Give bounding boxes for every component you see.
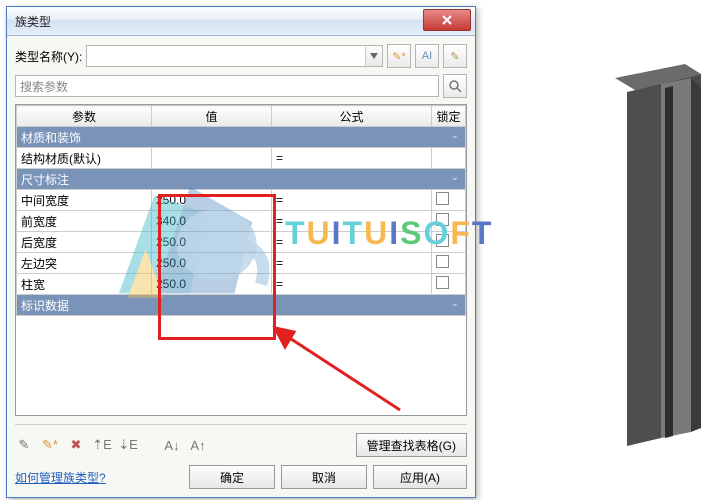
- cancel-button[interactable]: 取消: [281, 465, 367, 489]
- rename-type-button[interactable]: AI: [415, 44, 439, 68]
- header-value[interactable]: 值: [152, 106, 272, 127]
- close-button[interactable]: [423, 9, 471, 31]
- group-label: 材质和装饰: [21, 131, 81, 145]
- manage-lookup-button[interactable]: 管理查找表格(G): [356, 433, 467, 457]
- param-cell[interactable]: 中间宽度: [17, 190, 152, 211]
- lock-cell[interactable]: [432, 232, 466, 253]
- chevron-collapse-icon: ⌄: [451, 130, 459, 141]
- ok-button[interactable]: 确定: [189, 465, 275, 489]
- footer-buttons: 确定 取消 应用(A): [189, 465, 467, 489]
- search-button[interactable]: [443, 74, 467, 98]
- delete-type-button[interactable]: ✎: [443, 44, 467, 68]
- value-cell[interactable]: 250.0: [152, 274, 272, 295]
- sort-asc-icon[interactable]: A↓: [163, 436, 181, 454]
- group-label: 标识数据: [21, 299, 69, 313]
- formula-cell[interactable]: =: [272, 190, 432, 211]
- param-cell[interactable]: 柱宽: [17, 274, 152, 295]
- tool-icons: ✎ ✎* ✖ ⇡E ⇣E A↓ A↑: [15, 436, 207, 454]
- apply-label: 应用(A): [400, 469, 440, 486]
- value-cell[interactable]: [152, 148, 272, 169]
- formula-cell[interactable]: =: [272, 148, 432, 169]
- table-row: 后宽度 250.0 =: [17, 232, 466, 253]
- delete-param-icon[interactable]: ✖: [67, 436, 85, 454]
- group-material[interactable]: 材质和装饰 ⌄: [17, 127, 466, 148]
- lock-checkbox[interactable]: [436, 213, 449, 226]
- type-name-row: 类型名称(Y): ✎* AI ✎: [15, 44, 467, 68]
- group-identity[interactable]: 标识数据 ⌄: [17, 295, 466, 316]
- model-preview: [605, 58, 705, 448]
- search-icon: [448, 79, 462, 93]
- new-param-icon[interactable]: ✎*: [41, 436, 59, 454]
- pencil-icon[interactable]: ✎: [15, 436, 33, 454]
- value-cell[interactable]: 250.0: [152, 253, 272, 274]
- formula-cell[interactable]: =: [272, 232, 432, 253]
- param-cell[interactable]: 结构材质(默认): [17, 148, 152, 169]
- help-link[interactable]: 如何管理族类型?: [15, 469, 106, 486]
- search-placeholder: 搜索参数: [20, 78, 68, 95]
- header-lock[interactable]: 锁定: [432, 106, 466, 127]
- parameter-table: 参数 值 公式 锁定 材质和装饰 ⌄ 结构材质(默认) =: [16, 105, 466, 316]
- lock-cell[interactable]: [432, 253, 466, 274]
- lock-cell: [432, 148, 466, 169]
- bottom-toolbar: ✎ ✎* ✖ ⇡E ⇣E A↓ A↑ 管理查找表格(G): [15, 433, 467, 457]
- move-up-icon[interactable]: ⇡E: [93, 436, 111, 454]
- value-cell[interactable]: 340.0: [152, 211, 272, 232]
- header-param[interactable]: 参数: [17, 106, 152, 127]
- table-row: 左边突 250.0 =: [17, 253, 466, 274]
- lock-checkbox[interactable]: [436, 276, 449, 289]
- lock-checkbox[interactable]: [436, 255, 449, 268]
- titlebar: 族类型: [7, 7, 475, 36]
- sort-desc-icon[interactable]: A↑: [189, 436, 207, 454]
- formula-cell[interactable]: =: [272, 211, 432, 232]
- type-name-label: 类型名称(Y):: [15, 48, 82, 65]
- new-type-icon: ✎*: [392, 50, 406, 63]
- parameter-table-wrap[interactable]: 参数 值 公式 锁定 材质和装饰 ⌄ 结构材质(默认) =: [15, 104, 467, 416]
- lock-cell[interactable]: [432, 211, 466, 232]
- formula-cell[interactable]: =: [272, 253, 432, 274]
- footer-row: 如何管理族类型? 确定 取消 应用(A): [15, 465, 467, 489]
- dialog-title: 族类型: [15, 13, 51, 30]
- type-name-dropdown[interactable]: [365, 46, 382, 66]
- value-cell[interactable]: 250.0: [152, 232, 272, 253]
- table-row: 柱宽 250.0 =: [17, 274, 466, 295]
- rename-type-icon: AI: [422, 50, 432, 62]
- table-row: 中间宽度 250.0 =: [17, 190, 466, 211]
- header-formula[interactable]: 公式: [272, 106, 432, 127]
- delete-type-icon: ✎: [450, 50, 459, 63]
- move-down-icon[interactable]: ⇣E: [119, 436, 137, 454]
- param-cell[interactable]: 后宽度: [17, 232, 152, 253]
- divider: [15, 424, 467, 425]
- close-icon: [442, 15, 452, 25]
- lock-checkbox[interactable]: [436, 192, 449, 205]
- chevron-collapse-icon: ⌄: [451, 298, 459, 309]
- param-cell[interactable]: 左边突: [17, 253, 152, 274]
- table-row: 前宽度 340.0 =: [17, 211, 466, 232]
- group-dimensions[interactable]: 尺寸标注 ⌄: [17, 169, 466, 190]
- dialog-content: 类型名称(Y): ✎* AI ✎ 搜索参数: [7, 36, 475, 497]
- lock-checkbox[interactable]: [436, 234, 449, 247]
- cancel-label: 取消: [312, 469, 336, 486]
- search-input[interactable]: 搜索参数: [15, 75, 439, 97]
- table-row: 结构材质(默认) =: [17, 148, 466, 169]
- formula-cell[interactable]: =: [272, 274, 432, 295]
- value-cell[interactable]: 250.0: [152, 190, 272, 211]
- lock-cell[interactable]: [432, 190, 466, 211]
- new-type-button[interactable]: ✎*: [387, 44, 411, 68]
- search-row: 搜索参数: [15, 74, 467, 98]
- group-label: 尺寸标注: [21, 173, 69, 187]
- family-types-dialog: 族类型 类型名称(Y): ✎* AI ✎: [6, 6, 476, 498]
- ok-label: 确定: [220, 469, 244, 486]
- chevron-down-icon: [370, 53, 378, 59]
- manage-lookup-label: 管理查找表格(G): [367, 437, 456, 454]
- param-cell[interactable]: 前宽度: [17, 211, 152, 232]
- lock-cell[interactable]: [432, 274, 466, 295]
- type-name-combo[interactable]: [86, 45, 383, 67]
- table-header-row: 参数 值 公式 锁定: [17, 106, 466, 127]
- chevron-collapse-icon: ⌄: [451, 172, 459, 183]
- apply-button[interactable]: 应用(A): [373, 465, 467, 489]
